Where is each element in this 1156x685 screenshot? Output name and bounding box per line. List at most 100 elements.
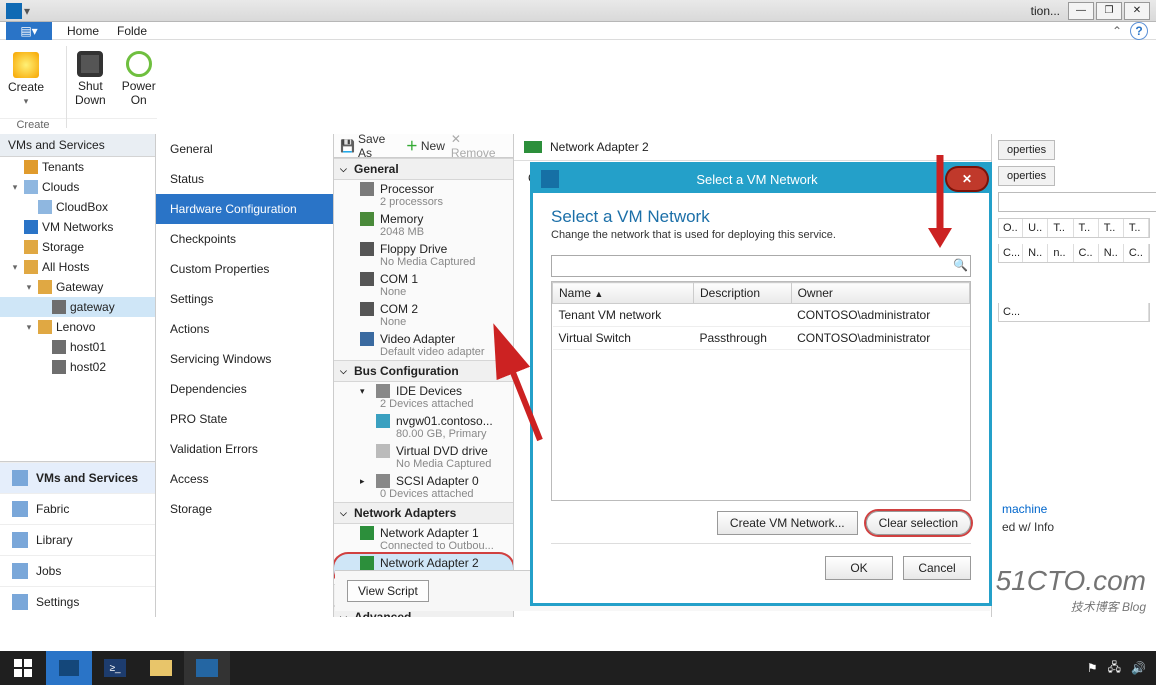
wunderbar-jobs[interactable]: Jobs — [0, 555, 155, 586]
help-button[interactable]: ? — [1130, 22, 1148, 40]
right-details-pane: operties operties 🔍 O..U..T..T..T..T.. C… — [992, 134, 1156, 617]
grid-col-name[interactable]: Name ▲ — [553, 283, 694, 304]
start-button[interactable] — [0, 651, 46, 685]
nic-icon — [524, 141, 542, 153]
settings-storage[interactable]: Storage — [156, 494, 333, 524]
nav-gateway[interactable]: gateway — [0, 297, 155, 317]
ribbon-tab-home[interactable]: Home — [58, 24, 108, 38]
hw-nvgw01-contoso-[interactable]: nvgw01.contoso...80.00 GB, Primary — [334, 412, 513, 442]
settings-custom-properties[interactable]: Custom Properties — [156, 254, 333, 284]
minimize-button[interactable]: — — [1068, 2, 1094, 20]
settings-general[interactable]: General — [156, 134, 333, 164]
vm-network-grid[interactable]: Name ▲DescriptionOwnerTenant VM networkC… — [551, 281, 971, 501]
grid-row[interactable]: Tenant VM networkCONTOSO\administrator — [553, 304, 970, 327]
hw-cat-bus-configuration[interactable]: ⌵Bus Configuration — [334, 360, 513, 382]
nav-storage[interactable]: Storage — [0, 237, 155, 257]
hw-cat-network-adapters[interactable]: ⌵Network Adapters — [334, 502, 513, 524]
hw-scsi-adapter-0[interactable]: ▸SCSI Adapter 00 Devices attached — [334, 472, 513, 502]
grid-row[interactable]: Virtual SwitchPassthroughCONTOSO\adminis… — [553, 327, 970, 350]
taskbar-scvmm[interactable] — [184, 651, 230, 685]
nav-host01[interactable]: host01 — [0, 337, 155, 357]
taskbar-servermgr[interactable] — [46, 651, 92, 685]
hw-memory[interactable]: Memory2048 MB — [334, 210, 513, 240]
ribbon-poweron[interactable]: Power On — [114, 40, 164, 118]
tray-sound-icon[interactable]: 🔊 — [1131, 661, 1146, 675]
right-col[interactable]: T.. — [1075, 219, 1099, 237]
settings-servicing-windows[interactable]: Servicing Windows — [156, 344, 333, 374]
nav-gateway[interactable]: ▾Gateway — [0, 277, 155, 297]
hw-processor[interactable]: Processor2 processors — [334, 180, 513, 210]
settings-pro-state[interactable]: PRO State — [156, 404, 333, 434]
settings-checkpoints[interactable]: Checkpoints — [156, 224, 333, 254]
settings-actions[interactable]: Actions — [156, 314, 333, 344]
clear-selection-button[interactable]: Clear selection — [866, 511, 971, 535]
ribbon-shutdown[interactable]: Shut Down — [67, 40, 114, 118]
remove-button[interactable]: ✕ Remove — [451, 132, 507, 160]
settings-status[interactable]: Status — [156, 164, 333, 194]
hw-com-1[interactable]: COM 1None — [334, 270, 513, 300]
dialog-close-button[interactable]: ✕ — [947, 168, 987, 190]
create-vm-network-button[interactable]: Create VM Network... — [717, 511, 858, 535]
settings-hardware-configuration[interactable]: Hardware Configuration — [156, 194, 333, 224]
close-button[interactable]: ✕ — [1124, 2, 1150, 20]
maximize-button[interactable]: ❐ — [1096, 2, 1122, 20]
title-suffix: tion... — [1025, 4, 1066, 18]
right-col[interactable]: T.. — [1049, 219, 1073, 237]
nav-all-hosts[interactable]: ▾All Hosts — [0, 257, 155, 277]
search-icon[interactable]: 🔍 — [953, 258, 967, 272]
right-search[interactable] — [998, 192, 1156, 212]
wunderbar-settings[interactable]: Settings — [0, 586, 155, 617]
save-as-button[interactable]: 💾 Save As — [340, 132, 400, 160]
hw-video-adapter[interactable]: Video AdapterDefault video adapter — [334, 330, 513, 360]
taskbar-explorer[interactable] — [138, 651, 184, 685]
modal-ok-button[interactable]: OK — [825, 556, 893, 580]
ribbon-create[interactable]: Create ▾ — [0, 40, 52, 118]
hw-com-2[interactable]: COM 2None — [334, 300, 513, 330]
properties-tab-1[interactable]: operties — [998, 140, 1055, 160]
wunderbar-fabric[interactable]: Fabric — [0, 493, 155, 524]
nav-cloudbox[interactable]: CloudBox — [0, 197, 155, 217]
modal-cancel-button[interactable]: Cancel — [903, 556, 971, 580]
nav-tenants[interactable]: Tenants — [0, 157, 155, 177]
file-menu[interactable]: ▤ ▾ — [6, 22, 52, 40]
nav-host02[interactable]: host02 — [0, 357, 155, 377]
settings-dependencies[interactable]: Dependencies — [156, 374, 333, 404]
nav-tree: Tenants▾CloudsCloudBoxVM NetworksStorage… — [0, 157, 155, 461]
hw-floppy-drive[interactable]: Floppy DriveNo Media Captured — [334, 240, 513, 270]
right-cell: N.. — [1024, 244, 1048, 262]
hardware-tree: 💾 Save As ＋New ✕ Remove ⌵GeneralProcesso… — [334, 134, 514, 617]
hw-virtual-dvd-drive[interactable]: Virtual DVD driveNo Media Captured — [334, 442, 513, 472]
hw-ide-devices[interactable]: ▾IDE Devices2 Devices attached — [334, 382, 513, 412]
right-col[interactable]: T.. — [1125, 219, 1149, 237]
taskbar-powershell[interactable]: ≥_ — [92, 651, 138, 685]
hw-cat-general[interactable]: ⌵General — [334, 158, 513, 180]
ribbon-tab-folder[interactable]: Folde — [108, 24, 156, 38]
view-script-button[interactable]: View Script — [347, 580, 429, 602]
nav-vm-networks[interactable]: VM Networks — [0, 217, 155, 237]
new-button[interactable]: ＋New — [406, 137, 445, 154]
grid-col-description[interactable]: Description — [694, 283, 792, 304]
right-link-machine[interactable]: machine — [1002, 502, 1146, 516]
nav-pane: VMs and Services Tenants▾CloudsCloudBoxV… — [0, 134, 156, 617]
tray-network-icon[interactable]: 🖧 — [1108, 658, 1121, 679]
title-bar: ▾ tion... — ❐ ✕ — [0, 0, 1156, 22]
properties-tab-2[interactable]: operties — [998, 166, 1055, 186]
nav-clouds[interactable]: ▾Clouds — [0, 177, 155, 197]
dialog-icon — [541, 170, 559, 188]
nav-lenovo[interactable]: ▾Lenovo — [0, 317, 155, 337]
right-col[interactable]: T.. — [1100, 219, 1124, 237]
right-col[interactable]: U.. — [1024, 219, 1048, 237]
tray-flag-icon[interactable]: ⚑ — [1087, 661, 1098, 675]
settings-validation-errors[interactable]: Validation Errors — [156, 434, 333, 464]
settings-settings[interactable]: Settings — [156, 284, 333, 314]
watermark: 51CTO.com 技术博客 Blog — [996, 565, 1146, 615]
grid-col-owner[interactable]: Owner — [791, 283, 969, 304]
settings-access[interactable]: Access — [156, 464, 333, 494]
right-col[interactable]: O.. — [999, 219, 1023, 237]
wunderbar-vms[interactable]: VMs and Services — [0, 462, 155, 493]
nav-header: VMs and Services — [0, 134, 155, 157]
dialog-search-input[interactable] — [551, 255, 971, 277]
ribbon-chevron-icon[interactable]: ⌃ — [1112, 24, 1122, 38]
hw-network-adapter-1[interactable]: Network Adapter 1Connected to Outbou... — [334, 524, 513, 554]
wunderbar-library[interactable]: Library — [0, 524, 155, 555]
